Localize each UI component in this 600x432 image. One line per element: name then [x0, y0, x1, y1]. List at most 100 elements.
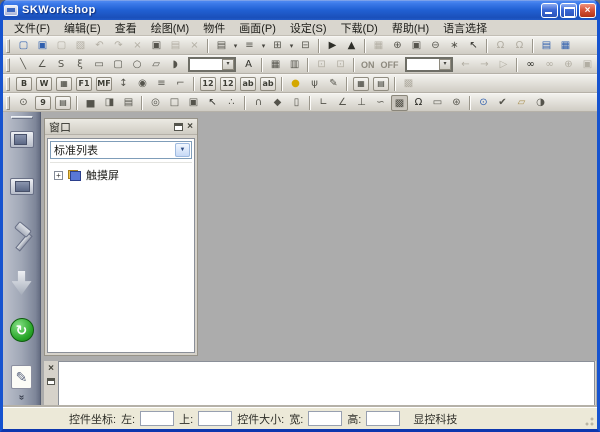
size-dropdown-icon[interactable]: ▾	[287, 42, 296, 50]
ascii-input-icon[interactable]: ab	[260, 77, 276, 91]
keyboard-icon[interactable]: ▩	[400, 76, 417, 92]
group-icon[interactable]: ⊟	[297, 38, 314, 54]
minimize-button[interactable]	[541, 3, 558, 18]
menu-item-help[interactable]: 帮助(H)	[385, 19, 436, 37]
prev-state-icon[interactable]: ←	[457, 57, 474, 73]
toolbar-grip[interactable]	[6, 77, 10, 91]
screen-button-icon[interactable]: ▦	[56, 77, 72, 91]
sidebar-build-button[interactable]	[6, 221, 38, 251]
state-combo[interactable]: ▾	[405, 57, 453, 72]
delete-icon[interactable]: ×	[129, 38, 146, 54]
find-zoom-icon[interactable]: ⊕	[560, 57, 577, 73]
slider-icon[interactable]: ▯	[288, 95, 305, 111]
graph-edit-icon[interactable]: ✎	[325, 76, 342, 92]
find-next-icon[interactable]: ∞	[541, 57, 558, 73]
resize-grip[interactable]	[582, 414, 595, 427]
updown-button-icon[interactable]: ↕	[115, 76, 132, 92]
title-bar[interactable]: SKWorkshop ×	[0, 0, 600, 20]
ascii-display-icon[interactable]: ab	[240, 77, 256, 91]
undo-icon[interactable]: ↶	[91, 38, 108, 54]
compile-icon[interactable]: ▶	[324, 38, 341, 54]
dial-icon[interactable]: ◎	[147, 95, 164, 111]
keypad-icon[interactable]: ▩	[391, 95, 408, 111]
find-icon[interactable]: ∞	[522, 57, 539, 73]
animation-icon[interactable]: ψ	[306, 76, 323, 92]
delete-screen-icon[interactable]: ×	[186, 38, 203, 54]
chevron-down-icon[interactable]: ▾	[222, 59, 234, 70]
maximize-button[interactable]	[560, 3, 577, 18]
grid-icon[interactable]: ▦	[370, 38, 387, 54]
copy-screen-icon[interactable]: ▣	[148, 38, 165, 54]
frame-icon[interactable]: □	[166, 95, 183, 111]
coord-top-input[interactable]	[198, 411, 232, 426]
toolbar-grip[interactable]	[6, 58, 10, 72]
pie-display-icon[interactable]: ◑	[532, 95, 549, 111]
sidebar-download-button[interactable]	[6, 268, 38, 298]
data-check-icon[interactable]: ✔	[494, 95, 511, 111]
indicator-lamp-icon[interactable]: ●	[287, 76, 304, 92]
sidebar-hmi-screen-button[interactable]	[6, 127, 38, 157]
tree-area[interactable]: +触摸屏	[50, 162, 192, 350]
coord-left-input[interactable]	[140, 411, 174, 426]
new-screen-icon[interactable]: ▢	[15, 38, 32, 54]
numeric-display-icon[interactable]: 12	[200, 77, 216, 91]
numeric-input-icon[interactable]: 12	[220, 77, 236, 91]
flow-block-icon[interactable]: ∴	[223, 95, 240, 111]
list-box-icon[interactable]: ≡	[153, 76, 170, 92]
unlock-icon[interactable]: Ω	[511, 38, 528, 54]
text-display-icon[interactable]: ▭	[429, 95, 446, 111]
scale-tool-icon[interactable]: ▥	[286, 57, 303, 73]
open-icon[interactable]: ▢	[53, 38, 70, 54]
freeline-tool-icon[interactable]: ξ	[72, 57, 89, 73]
picture-library-icon[interactable]: ▤	[538, 38, 555, 54]
sidebar-hmi-device-button[interactable]	[6, 174, 38, 204]
picture-display-icon[interactable]: ◨	[101, 95, 118, 111]
menu-item-download[interactable]: 下载(D)	[334, 19, 385, 37]
screens-overlay-icon[interactable]: ▣	[185, 95, 202, 111]
multi-function-button-icon[interactable]: MF	[96, 77, 112, 91]
message-display-icon[interactable]: ▦	[353, 77, 369, 91]
menu-item-object[interactable]: 物件	[196, 19, 232, 37]
curve-tool-icon[interactable]: S	[53, 57, 70, 73]
touch-trigger-icon[interactable]: ↖	[204, 95, 221, 111]
sidebar-simulate-button[interactable]: ↻	[6, 315, 38, 345]
alarm-bell-icon[interactable]: Ω	[410, 95, 427, 111]
sidebar-grip[interactable]	[11, 116, 33, 119]
line-tool-icon[interactable]: ╲	[15, 57, 32, 73]
menu-item-edit[interactable]: 编辑(E)	[57, 19, 108, 37]
import-icon[interactable]: ▧	[72, 38, 89, 54]
menu-item-file[interactable]: 文件(F)	[7, 19, 57, 37]
radio-button-icon[interactable]: ◉	[134, 76, 151, 92]
close-pane-icon[interactable]: ×	[187, 123, 193, 131]
week-display-icon[interactable]: ▤	[55, 96, 71, 110]
align-icon[interactable]: ≡	[241, 38, 258, 54]
fan-icon[interactable]: ◆	[269, 95, 286, 111]
recipe-icon[interactable]: ▱	[513, 95, 530, 111]
close-button[interactable]: ×	[579, 3, 596, 18]
float-output-icon[interactable]	[47, 378, 55, 385]
time-display-icon[interactable]: ⊙	[15, 95, 32, 111]
trend-chart-icon[interactable]: ∟	[315, 95, 332, 111]
menu-item-language[interactable]: 语言选择	[436, 19, 494, 37]
timer-icon[interactable]: ⊙	[475, 95, 492, 111]
close-output-icon[interactable]: ×	[44, 364, 58, 374]
xy-chart-icon[interactable]: ∠	[334, 95, 351, 111]
address-view-icon[interactable]: ▣	[579, 57, 596, 73]
on-state-label[interactable]: ON	[361, 60, 375, 70]
gif-display-icon[interactable]: ▤	[120, 95, 137, 111]
size-height-input[interactable]	[366, 411, 400, 426]
static-picture-icon[interactable]: ▅	[82, 95, 99, 111]
table-tool-icon[interactable]: ▦	[267, 57, 284, 73]
tree-item[interactable]: +触摸屏	[50, 167, 192, 183]
screen-preview-icon[interactable]: ▦	[557, 38, 574, 54]
redo-icon[interactable]: ↷	[110, 38, 127, 54]
open-frame-icon[interactable]: ⊡	[313, 57, 330, 73]
menu-item-view[interactable]: 查看	[108, 19, 144, 37]
output-text-area[interactable]	[58, 361, 595, 406]
zoom-out-icon[interactable]: ⊖	[427, 38, 444, 54]
simulate-icon[interactable]: ▲	[343, 38, 360, 54]
pan-hand-icon[interactable]: ∗	[446, 38, 463, 54]
next-state-icon[interactable]: →	[476, 57, 493, 73]
word-button-icon[interactable]: W	[36, 77, 52, 91]
bit-button-icon[interactable]: B	[16, 77, 32, 91]
